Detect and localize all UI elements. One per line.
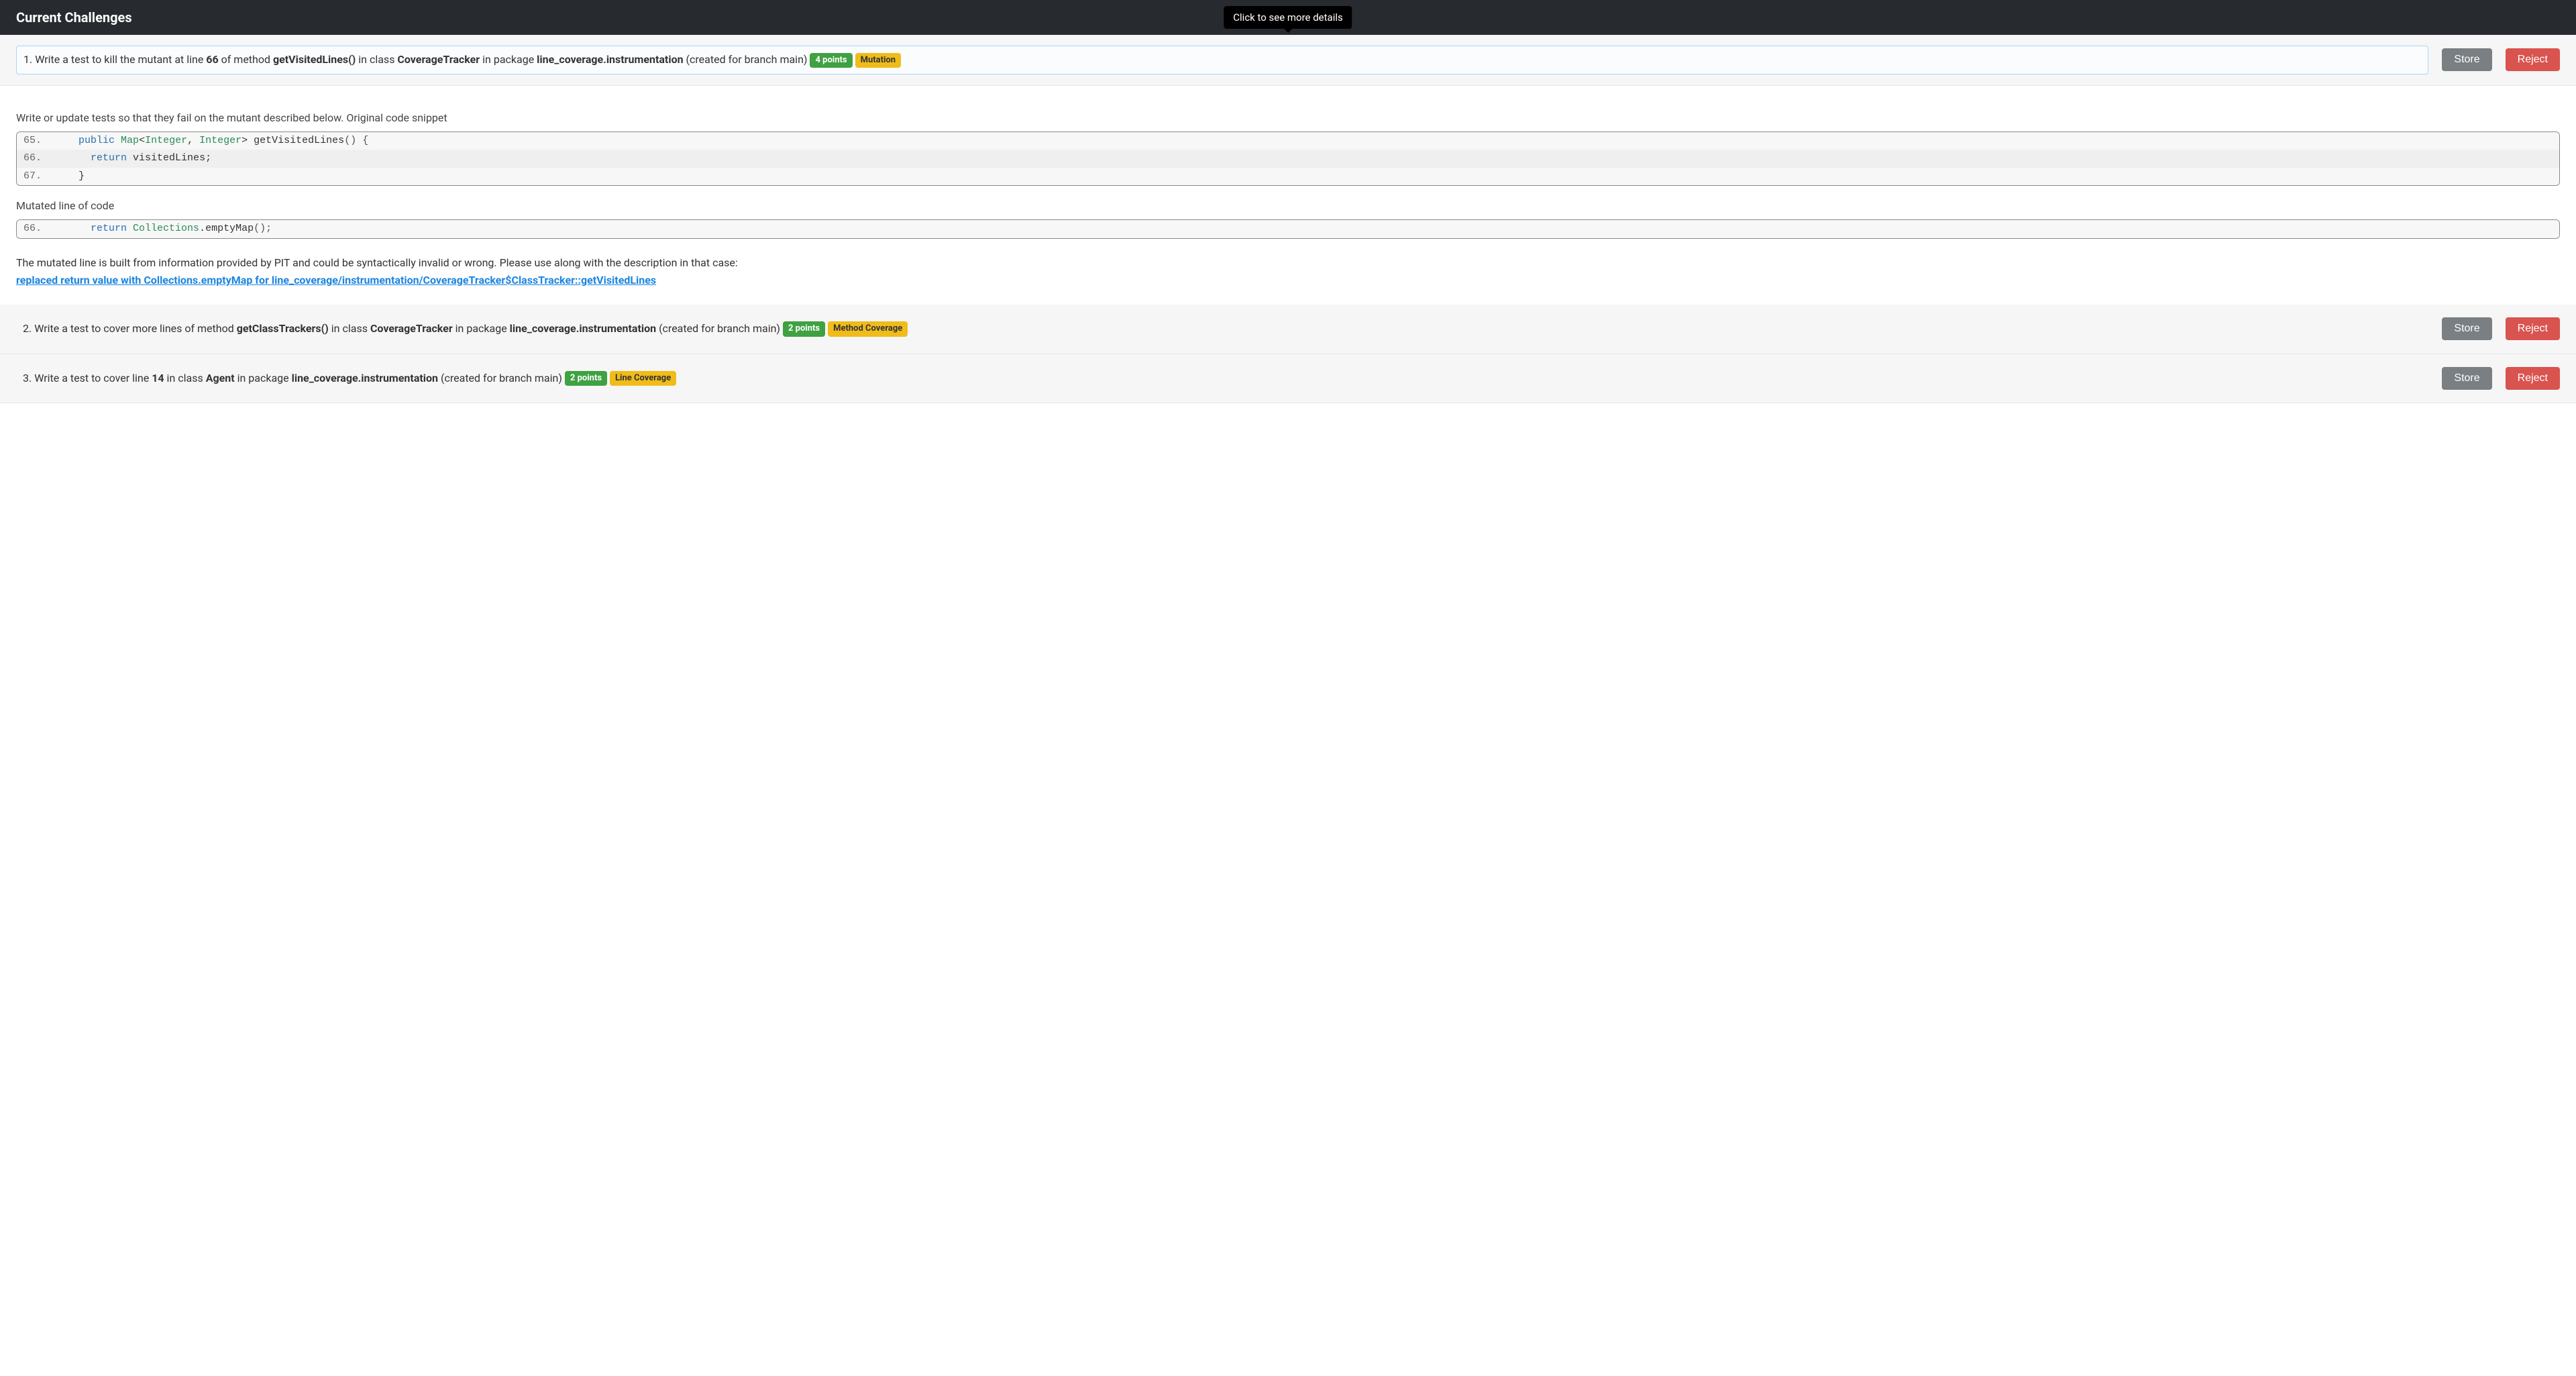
code-line: 65. public Map<Integer, Integer> getVisi… bbox=[17, 132, 2559, 150]
type-badge: Method Coverage bbox=[828, 321, 908, 336]
package-name: line_coverage.instrumentation bbox=[510, 322, 656, 335]
code: } bbox=[54, 169, 85, 184]
class-name: CoverageTracker bbox=[370, 322, 453, 335]
challenge-row: 2. Write a test to cover more lines of m… bbox=[0, 305, 2576, 354]
package-name: line_coverage.instrumentation bbox=[537, 53, 683, 66]
points-badge: 2 points bbox=[565, 371, 607, 386]
class-name: Agent bbox=[206, 372, 235, 384]
package-name: line_coverage.instrumentation bbox=[292, 372, 438, 384]
disclaimer: The mutated line is built from informati… bbox=[16, 255, 2560, 288]
challenges-panel: Current Challenges Click to see more det… bbox=[0, 0, 2576, 403]
tooltip: Click to see more details bbox=[1224, 6, 1352, 29]
text: Write a test to cover line bbox=[34, 372, 152, 384]
code-line: 67. } bbox=[17, 168, 2559, 186]
text: Write a test to kill the mutant at line bbox=[35, 53, 206, 66]
points-badge: 2 points bbox=[783, 321, 825, 336]
text: in package bbox=[235, 372, 292, 384]
method-name: getVisitedLines() bbox=[273, 53, 356, 66]
panel-title: Current Challenges bbox=[16, 9, 132, 25]
code-line: 66. return Collections.emptyMap(); bbox=[17, 220, 2559, 238]
tooltip-wrap: Click to see more details bbox=[1224, 6, 1352, 29]
store-button[interactable]: Store bbox=[2442, 317, 2491, 340]
text: in class bbox=[356, 53, 397, 66]
mutated-heading: Mutated line of code bbox=[16, 198, 2560, 214]
reject-button[interactable]: Reject bbox=[2506, 48, 2560, 71]
challenge-row: 1. Write a test to kill the mutant at li… bbox=[0, 35, 2576, 86]
code: return Collections.emptyMap(); bbox=[54, 221, 272, 237]
challenge-row: 3. Write a test to cover line 14 in clas… bbox=[0, 354, 2576, 404]
reject-button[interactable]: Reject bbox=[2506, 367, 2560, 390]
method-name: getClassTrackers() bbox=[237, 322, 329, 335]
text: in class bbox=[164, 372, 206, 384]
code: public Map<Integer, Integer> getVisitedL… bbox=[54, 134, 368, 149]
challenge-summary[interactable]: 3. Write a test to cover line 14 in clas… bbox=[16, 365, 2428, 392]
original-code-block: 65. public Map<Integer, Integer> getVisi… bbox=[16, 131, 2560, 187]
line-number: 67. bbox=[23, 169, 54, 184]
details-intro: Write or update tests so that they fail … bbox=[16, 110, 2560, 126]
line-number: 66 bbox=[206, 53, 218, 66]
store-button[interactable]: Store bbox=[2442, 48, 2491, 71]
code-line: 66. return visitedLines; bbox=[17, 150, 2559, 168]
pit-description-link[interactable]: replaced return value with Collections.e… bbox=[16, 272, 2560, 288]
panel-header: Current Challenges Click to see more det… bbox=[0, 0, 2576, 35]
text: in package bbox=[453, 322, 510, 335]
text: Write a test to cover more lines of meth… bbox=[34, 322, 237, 335]
text: (created for branch main) bbox=[684, 53, 808, 66]
text: in package bbox=[480, 53, 537, 66]
text: in class bbox=[329, 322, 370, 335]
text: of method bbox=[219, 53, 273, 66]
challenge-summary[interactable]: 1. Write a test to kill the mutant at li… bbox=[16, 46, 2428, 74]
disclaimer-text: The mutated line is built from informati… bbox=[16, 256, 738, 269]
challenge-num: 2. bbox=[23, 322, 32, 335]
challenge-details: Write or update tests so that they fail … bbox=[0, 86, 2576, 305]
line-number: 65. bbox=[23, 134, 54, 149]
challenge-num: 1. bbox=[23, 53, 32, 66]
reject-button[interactable]: Reject bbox=[2506, 317, 2560, 340]
challenge-num: 3. bbox=[23, 372, 32, 384]
line-number: 14 bbox=[152, 372, 164, 384]
line-number: 66. bbox=[23, 221, 54, 237]
store-button[interactable]: Store bbox=[2442, 367, 2491, 390]
mutated-code-block: 66. return Collections.emptyMap(); bbox=[16, 219, 2560, 239]
code: return visitedLines; bbox=[54, 151, 211, 166]
class-name: CoverageTracker bbox=[397, 53, 480, 66]
type-badge: Line Coverage bbox=[610, 371, 676, 386]
text: (created for branch main) bbox=[438, 372, 562, 384]
challenge-summary[interactable]: 2. Write a test to cover more lines of m… bbox=[16, 315, 2428, 343]
points-badge: 4 points bbox=[810, 53, 852, 68]
text: (created for branch main) bbox=[659, 322, 780, 335]
line-number: 66. bbox=[23, 151, 54, 166]
type-badge: Mutation bbox=[855, 53, 901, 68]
